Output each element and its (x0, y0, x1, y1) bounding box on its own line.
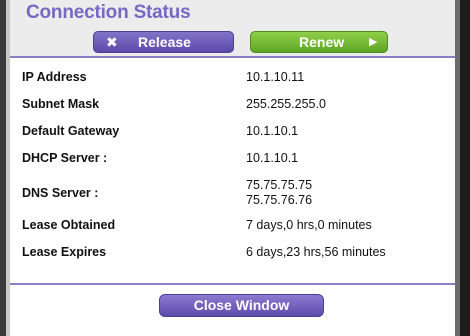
table-row: Lease Expires 6 days,23 hrs,56 minutes (22, 241, 442, 268)
close-window-button[interactable]: Close Window (159, 294, 324, 317)
release-label: Release (138, 34, 191, 50)
row-label: DNS Server : (22, 186, 99, 200)
row-value: 10.1.10.1 (246, 124, 299, 138)
row-value: 10.1.10.11 (246, 70, 305, 84)
row-value: 75.75.75.75 75.75.76.76 (246, 178, 312, 208)
row-value: 6 days,23 hrs,56 minutes (246, 245, 386, 259)
dns-secondary: 75.75.76.76 (246, 193, 313, 207)
row-label: Subnet Mask (22, 97, 100, 111)
row-label: IP Address (22, 70, 87, 84)
dns-primary: 75.75.75.75 (246, 178, 313, 192)
play-icon: ▶ (369, 36, 378, 48)
table-row: Lease Obtained 7 days,0 hrs,0 minutes (22, 214, 442, 241)
close-icon: ✖ (106, 34, 118, 50)
row-value: 255.255.255.0 (246, 97, 326, 111)
release-button[interactable]: ✖ Release (93, 31, 234, 53)
renew-label: Renew (299, 34, 345, 50)
row-value: 7 days,0 hrs,0 minutes (246, 218, 372, 232)
row-label: Lease Obtained (22, 218, 116, 232)
row-label: Lease Expires (22, 245, 107, 259)
table-row: Default Gateway 10.1.10.1 (22, 120, 442, 147)
page-title: Connection Status (26, 2, 191, 23)
renew-button[interactable]: Renew ▶ (250, 31, 388, 53)
table-row: DHCP Server : 10.1.10.1 (22, 147, 442, 174)
row-label: DHCP Server : (22, 151, 108, 165)
table-row: IP Address 10.1.10.11 (22, 66, 442, 93)
window-edge-right (460, 0, 470, 336)
row-label: Default Gateway (22, 124, 120, 138)
divider (10, 283, 455, 285)
table-row: DNS Server : 75.75.75.75 75.75.76.76 (22, 174, 442, 214)
status-table: IP Address 10.1.10.11 Subnet Mask 255.25… (22, 66, 442, 268)
window-edge-right-inner (455, 0, 460, 336)
row-value: 10.1.10.1 (246, 151, 299, 165)
table-row: Subnet Mask 255.255.255.0 (22, 93, 442, 120)
